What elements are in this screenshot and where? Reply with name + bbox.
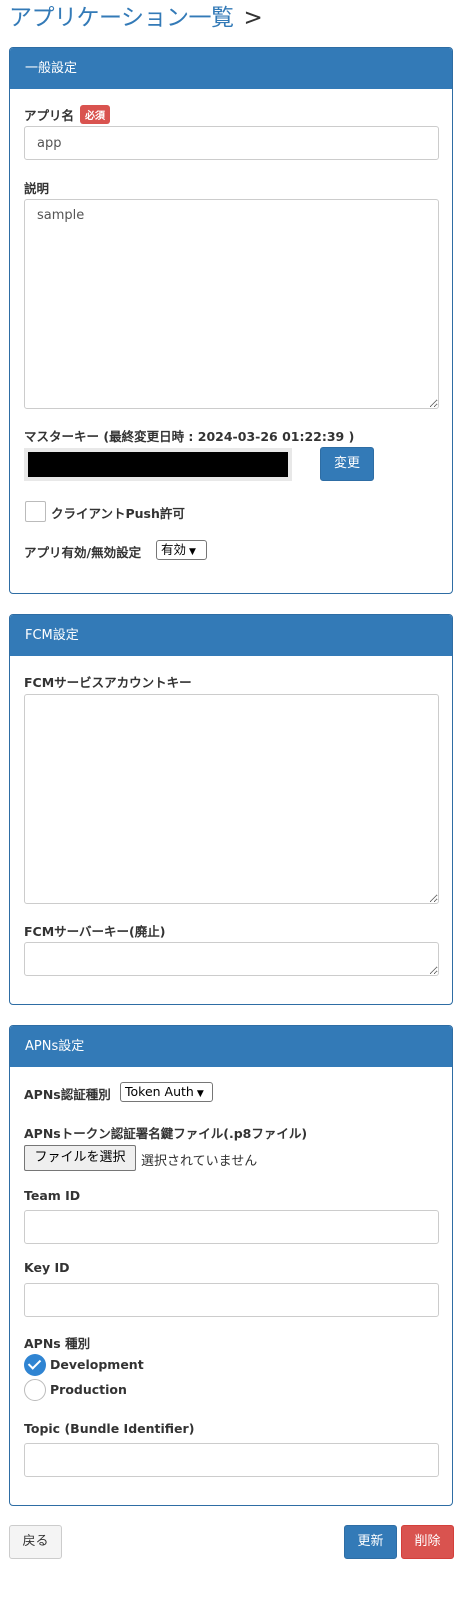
radio-production-label: Production [50, 1382, 127, 1397]
team-id-input[interactable] [24, 1210, 439, 1244]
apns-auth-type-label: APNs認証種別 [24, 1087, 111, 1102]
master-key-label: マスターキー (最終変更日時 : 2024-03-26 01:22:39 ) [24, 429, 355, 444]
key-id-input[interactable] [24, 1283, 439, 1317]
apns-auth-type-select[interactable]: Token Auth ▼ [120, 1082, 213, 1102]
radio-production[interactable] [24, 1379, 46, 1401]
app-name-label-text: アプリ名 [24, 108, 75, 123]
general-settings-panel: 一般設定 アプリ名必須 説明 sample マスターキー (最終変更日時 : 2… [9, 47, 453, 594]
radio-development-label: Development [50, 1357, 144, 1372]
panel-heading: FCM設定 [10, 615, 452, 656]
topic-label: Topic (Bundle Identifier) [24, 1421, 195, 1436]
chevron-down-icon: ▼ [196, 1089, 204, 1099]
apns-type-label: APNs 種別 [24, 1336, 91, 1351]
app-enable-value: 有効 [161, 542, 187, 557]
fcm-service-account-label: FCMサービスアカウントキー [24, 675, 192, 690]
delete-button[interactable]: 削除 [401, 1525, 454, 1559]
chevron-down-icon: ▼ [189, 547, 196, 557]
choose-file-button[interactable]: ファイルを選択 [24, 1145, 136, 1171]
required-badge: 必須 [80, 105, 111, 124]
update-button[interactable]: 更新 [344, 1525, 397, 1559]
radio-development[interactable] [24, 1354, 46, 1376]
fcm-server-key-label: FCMサーバーキー(廃止) [24, 924, 166, 939]
p8-file-label: APNsトークン認証署名鍵ファイル(.p8ファイル) [24, 1126, 308, 1141]
back-button[interactable]: 戻る [9, 1525, 62, 1559]
client-push-label: クライアントPush許可 [51, 506, 185, 521]
topic-input[interactable] [24, 1443, 439, 1477]
description-textarea[interactable]: sample [24, 199, 439, 409]
client-push-checkbox[interactable] [25, 501, 46, 522]
page-title: アプリケーション一覧 > [9, 2, 263, 34]
apns-settings-panel: APNs設定 APNs認証種別 Token Auth ▼ APNsトークン認証署名… [9, 1025, 453, 1506]
team-id-label: Team ID [24, 1188, 81, 1203]
file-status-text: 選択されていません [141, 1154, 258, 1169]
master-key-field [24, 448, 292, 481]
change-master-key-button[interactable]: 変更 [320, 447, 374, 481]
description-label: 説明 [24, 181, 50, 196]
app-enable-label: アプリ有効/無効設定 [24, 545, 142, 560]
app-name-label: アプリ名 必須 [24, 105, 111, 124]
key-id-label: Key ID [24, 1260, 70, 1275]
apns-auth-type-value: Token Auth [125, 1084, 194, 1099]
panel-heading: APNs設定 [10, 1026, 452, 1067]
panel-heading: 一般設定 [10, 48, 452, 89]
breadcrumb-app-list[interactable]: アプリケーション一覧 [9, 5, 234, 31]
fcm-server-key-textarea[interactable] [24, 942, 439, 976]
app-enable-select[interactable]: 有効 ▼ [156, 540, 207, 560]
breadcrumb-separator: > [243, 5, 263, 31]
app-name-input[interactable] [24, 126, 439, 160]
fcm-service-account-textarea[interactable] [24, 694, 439, 904]
fcm-settings-panel: FCM設定 FCMサービスアカウントキー FCMサーバーキー(廃止) [9, 614, 453, 1005]
